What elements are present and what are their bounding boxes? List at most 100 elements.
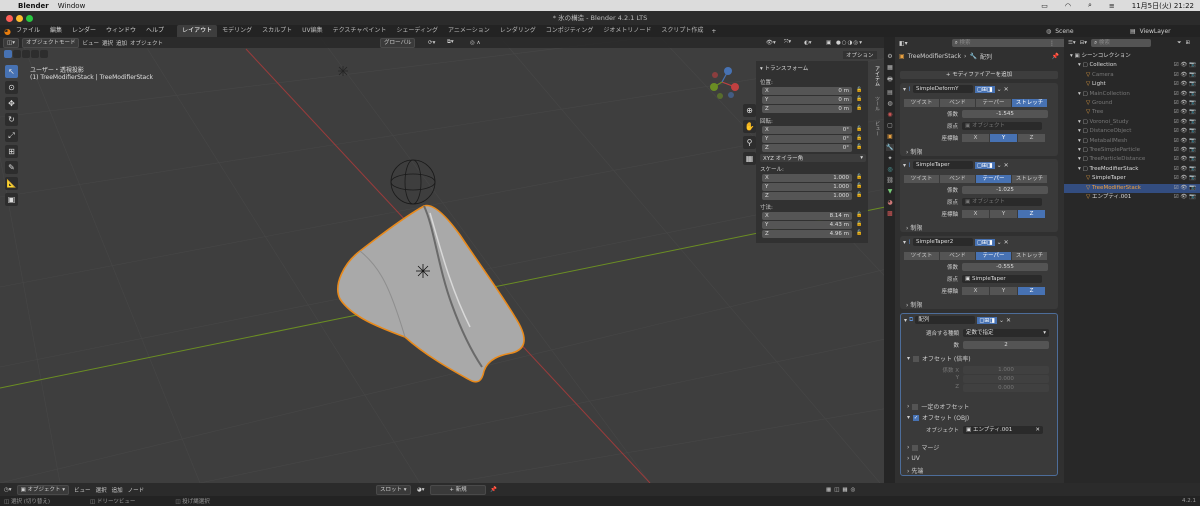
scale-y-field[interactable]: Y 1.000 [762,183,852,191]
modifier-delete-icon[interactable]: ✕ [1004,239,1009,246]
outliner-row[interactable]: ▾ ▢ TreeSimpleParticle ☑ 👁 📷 [1064,146,1200,155]
navigation-gizmo[interactable] [710,67,739,99]
visibility-toggle-icons[interactable]: ☑ 👁 📷 [1174,118,1196,127]
search-icon[interactable]: ⌕ [1088,1,1092,10]
workspace-tab[interactable]: レンダリング [495,25,541,37]
origin-field[interactable]: ▣ オブジェクト [962,198,1042,206]
measure-tool-icon[interactable]: 📐 [5,177,18,190]
expand-icon[interactable] [1064,175,1086,181]
proportional-edit-icon[interactable]: ◎ ∧ [470,40,481,46]
expand-icon[interactable] [1064,185,1086,191]
outliner-editor-type-icon[interactable]: ☰▾ [1068,40,1076,46]
visibility-toggle-icons[interactable]: ☑ 👁 📷 [1174,99,1196,108]
mode-selector[interactable]: オブジェクトモード [21,37,80,48]
dim-z-field[interactable]: Z 4.96 m [762,230,852,238]
timeline-select-menu[interactable]: 選択 [96,486,107,494]
outliner-row[interactable]: ▽ Light ☑ 👁 📷 [1064,80,1200,89]
add-cube-tool-icon[interactable]: ▣ [5,193,18,206]
menu-item[interactable]: ファイル [11,25,45,37]
origin-field[interactable]: ▣ オブジェクト [962,122,1042,130]
modifier-delete-icon[interactable]: ✕ [1004,86,1009,93]
tree-modifier-stack-mesh[interactable] [337,204,525,383]
transform-tool-icon[interactable]: ⊞ [5,145,18,158]
mode-stretch[interactable]: ストレッチ [1012,99,1047,107]
lock-icon[interactable]: 🔓 [856,212,862,218]
snap-icons[interactable]: ▦◫▦◎ [826,487,858,493]
select-subtract-icon[interactable] [22,50,30,58]
lock-icon[interactable]: 🔓 [856,230,862,236]
outliner-row[interactable]: ▾ ▢ MetaballMesh ☑ 👁 📷 [1064,137,1200,146]
modifier-dropdown-icon[interactable]: ⌄ [997,239,1002,246]
add-workspace-button[interactable]: + [711,28,716,35]
visibility-toggle-icons[interactable]: ☑ 👁 📷 [1174,71,1196,80]
cursor-tool-icon[interactable]: ⊙ [5,81,18,94]
pan-view-icon[interactable]: ✋ [743,120,756,133]
deform-mode-selector[interactable]: ツイスト ベンド テーパー ストレッチ [904,252,1048,260]
object-menu[interactable]: オブジェクト [130,39,163,47]
workspace-tab[interactable]: レイアウト [177,25,218,37]
menu-item[interactable]: ヘルプ [141,25,169,37]
outliner-row[interactable]: ▽ SimpleTaper ☑ 👁 📷 [1064,174,1200,183]
particles-tab-icon[interactable]: ✦ [887,155,892,162]
orthographic-toggle-icon[interactable]: ▦ [743,152,756,165]
rot-x-field[interactable]: X 0° [762,126,852,134]
pin-panel-icon[interactable]: 📌 [1052,53,1059,60]
properties-editor-type-icon[interactable]: ◧▾ [899,40,908,47]
view-layer-tab-icon[interactable]: ▤ [887,89,893,96]
workspace-tab[interactable]: アニメーション [443,25,495,37]
deform-axis-selector[interactable]: XYZ [962,210,1046,218]
scene-selector[interactable]: Scene [1055,28,1073,35]
sidebar-tab-tool[interactable]: ツール [871,96,881,111]
outliner-row[interactable]: ▽ Camera ☑ 👁 📷 [1064,71,1200,80]
menu-item[interactable]: 編集 [45,25,67,37]
menu-item[interactable]: ウィンドウ [101,25,141,37]
blender-logo-icon[interactable]: ◕ [4,27,11,36]
object-tab-icon[interactable]: ▣ [887,133,893,140]
expand-icon[interactable]: ▾ [1064,138,1083,144]
modifier-delete-icon[interactable]: ✕ [1004,162,1009,169]
select-new-icon[interactable] [4,50,12,58]
object-offset-subpanel[interactable]: ▾ ✓ オフセット (OBJ) [907,413,969,422]
visibility-toggle-icons[interactable]: ☑ 👁 📷 [1174,155,1196,164]
modifier-name-field[interactable]: 配列 [915,316,976,324]
relative-offset-checkbox[interactable] [913,355,920,362]
wifi-icon[interactable]: ◠ [1065,2,1071,10]
factor-y-field[interactable]: 0.000 [963,375,1049,383]
deform-mode-selector[interactable]: ツイスト ベンド テーパー ストレッチ [904,99,1048,107]
factor-x-field[interactable]: 1.000 [963,366,1049,374]
loc-z-field[interactable]: Z0 m [762,105,852,113]
visibility-toggle-icons[interactable]: ☑ 👁 📷 [1174,61,1196,70]
pin-icon[interactable]: ⋮ [1049,40,1055,47]
overlay-toggle-icon[interactable]: ◐▾ [804,40,812,46]
modifier-toggle-icons[interactable]: ◻⊞◨ [977,316,997,324]
constant-offset-subpanel[interactable]: › 一定のオフセット [907,402,969,411]
modifier-name-field[interactable]: SimpleDeformY [912,85,973,93]
output-tab-icon[interactable]: 🖶 [887,75,893,85]
expand-icon[interactable]: ▾ [1064,128,1083,134]
deform-axis-selector[interactable]: XYZ [962,287,1046,295]
lock-icon[interactable]: 🔓 [856,126,862,132]
mode-bend[interactable]: ベンド [940,99,975,107]
expand-icon[interactable] [1064,100,1086,106]
modifier-tab-icon[interactable]: 🔧 [886,144,894,151]
visibility-toggle-icons[interactable]: ☑ 👁 📷 [1174,127,1196,136]
modifier-dropdown-icon[interactable]: ⌄ [999,317,1004,324]
expand-icon[interactable] [1064,72,1086,78]
control-center-icon[interactable]: ≡ [1109,2,1115,10]
deform-mode-selector[interactable]: ツイスト ベンド テーパー ストレッチ [904,175,1048,183]
sidebar-tab-item[interactable]: アイテム [871,66,881,86]
new-collection-icon[interactable]: ⊞ [1185,40,1190,46]
modifier-toggle-icons[interactable]: ◻⊞◨ [974,238,995,246]
clock[interactable]: 11月5日(火) 21:22 [1132,1,1194,11]
lock-icon[interactable]: 🔓 [856,144,862,150]
modifier-dropdown-icon[interactable]: ⌄ [997,162,1002,169]
modifier-name-field[interactable]: SimpleTaper [912,161,973,169]
rotation-mode-selector[interactable]: XYZ オイラー角 ▾ [760,154,866,162]
timeline-node-menu[interactable]: ノード [128,486,145,494]
lock-icon[interactable]: 🔓 [856,105,862,111]
select-intersect-icon[interactable] [40,50,48,58]
workspace-tab[interactable]: スカルプト [257,25,297,37]
workspace-tab[interactable]: テクスチャペイント [328,25,392,37]
visibility-toggle-icons[interactable]: ☑ 👁 📷 [1174,146,1196,155]
outliner-row[interactable]: ▾ ▣ シーンコレクション [1064,52,1200,61]
